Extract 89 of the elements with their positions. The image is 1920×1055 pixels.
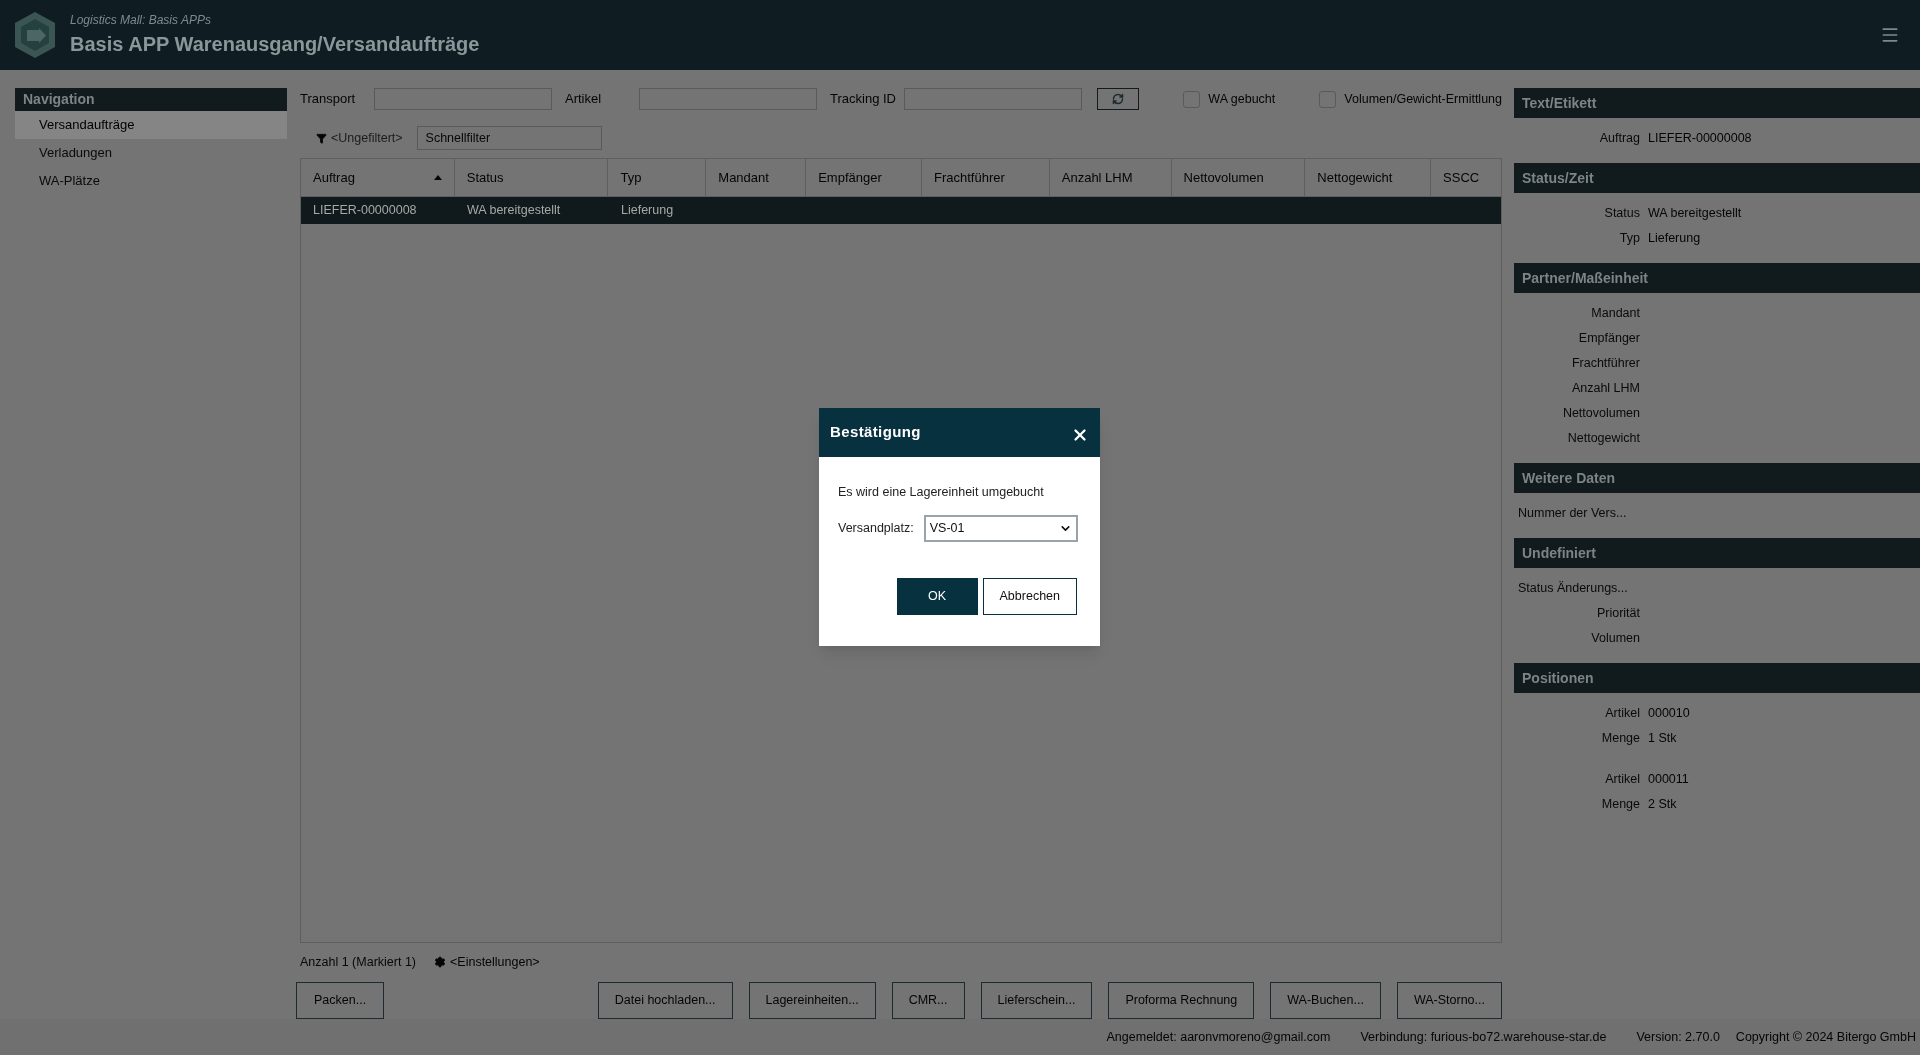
- field-label: Nettogewicht: [1566, 430, 1640, 448]
- field-value: 2 Stk: [1648, 796, 1677, 814]
- field-value: 000010: [1648, 705, 1690, 723]
- field-label: Versandplatz:: [838, 519, 914, 537]
- filter-icon: [316, 132, 327, 144]
- record-count: Anzahl 1 (Markiert 1): [300, 953, 416, 971]
- field-label: Typ: [1618, 230, 1640, 248]
- field-value: LIEFER-00000008: [1648, 130, 1752, 148]
- column-header[interactable]: Frachtführer: [921, 159, 1050, 196]
- column-header[interactable]: Status: [454, 159, 609, 196]
- field-label: Mandant: [1590, 305, 1640, 323]
- section-header: Text/Etikett: [1514, 88, 1920, 118]
- action-button[interactable]: CMR...: [891, 981, 965, 1019]
- section-header: Status/Zeit: [1514, 163, 1920, 193]
- filter-input[interactable]: [904, 88, 1082, 110]
- column-header[interactable]: Nettovolumen: [1171, 159, 1306, 196]
- action-button[interactable]: Datei hochladen...: [597, 981, 733, 1019]
- dialog-message: Es wird eine Lagereinheit umgebucht: [838, 484, 1045, 501]
- column-header[interactable]: Mandant: [706, 159, 807, 196]
- refresh-button[interactable]: [1097, 88, 1140, 110]
- filter-button[interactable]: <Ungefiltert>: [316, 128, 403, 148]
- field-label: Frachtführer: [1570, 355, 1640, 373]
- field-label: Empfänger: [1577, 330, 1640, 348]
- dialog-button[interactable]: Abbrechen: [982, 577, 1077, 615]
- action-button[interactable]: WA-Buchen...: [1270, 981, 1381, 1019]
- action-button[interactable]: WA-Storno...: [1396, 981, 1502, 1019]
- section-header: Weitere Daten: [1514, 463, 1920, 493]
- filter-label: Artikel: [565, 90, 603, 109]
- column-header[interactable]: Anzahl LHM: [1049, 159, 1172, 196]
- checkbox[interactable]: [1183, 90, 1201, 108]
- menu-icon[interactable]: [1880, 25, 1900, 45]
- status-text: Verbindung: furious-bo72.warehouse-star.de: [1360, 1028, 1607, 1046]
- filter-label: Transport: [300, 90, 357, 109]
- status-text: Version: 2.70.0: [1636, 1028, 1720, 1046]
- field-label: Menge: [1600, 730, 1640, 748]
- app-subtitle: Logistics Mall: Basis APPs: [70, 12, 212, 29]
- filter-input[interactable]: [374, 88, 552, 110]
- refresh-icon: [1112, 93, 1125, 105]
- column-header[interactable]: Nettogewicht: [1305, 159, 1432, 196]
- field-label: Artikel: [1604, 705, 1640, 723]
- navigation-header: Navigation: [15, 88, 287, 111]
- filter-input[interactable]: [639, 88, 817, 110]
- action-button[interactable]: Lieferschein...: [980, 981, 1093, 1019]
- section-header: Undefiniert: [1514, 538, 1920, 568]
- field-label: Nummer der Vers...: [1518, 505, 1627, 523]
- column-header[interactable]: SSCC: [1431, 159, 1501, 196]
- field-label: Anzahl LHM: [1570, 380, 1640, 398]
- filter-label: Tracking ID: [830, 90, 897, 109]
- action-button[interactable]: Packen...: [296, 981, 385, 1019]
- table-cell-text: LIEFER-00000008: [312, 202, 418, 220]
- nav-item[interactable]: Verladungen: [15, 139, 287, 167]
- field-value: WA bereitgestellt: [1648, 205, 1742, 223]
- checkbox-label: WA gebucht: [1208, 90, 1276, 108]
- table-cell-text: Lieferung: [620, 202, 675, 220]
- section-header: Partner/Maßeinheit: [1514, 263, 1920, 293]
- settings-link[interactable]: <Einstellungen>: [434, 952, 540, 972]
- nav-item[interactable]: WA-Plätze: [15, 167, 287, 195]
- action-button[interactable]: Proforma Rechnung: [1108, 981, 1255, 1019]
- column-header[interactable]: Typ: [608, 159, 707, 196]
- checkbox-label: Volumen/Gewicht-Ermittlung: [1344, 90, 1502, 108]
- status-text: Angemeldet: aaronvmoreno@gmail.com: [1106, 1028, 1331, 1046]
- quick-filter-field[interactable]: Schnellfilter: [416, 126, 602, 150]
- field-label: Menge: [1600, 796, 1640, 814]
- field-label: Auftrag: [1598, 130, 1640, 148]
- column-header[interactable]: Auftrag: [301, 159, 455, 196]
- checkbox[interactable]: [1319, 90, 1337, 108]
- gear-icon: [434, 956, 446, 968]
- section-header: Positionen: [1514, 663, 1920, 693]
- sort-arrow-icon: [433, 175, 442, 180]
- action-button[interactable]: Lagereinheiten...: [748, 981, 876, 1019]
- nav-item[interactable]: Versandaufträge: [15, 111, 287, 139]
- field-value: Lieferung: [1648, 230, 1701, 248]
- dialog-button[interactable]: OK: [896, 577, 978, 615]
- dialog-title: Bestätigung: [830, 422, 921, 443]
- field-value: 000011: [1648, 771, 1689, 789]
- field-label: Artikel: [1604, 771, 1640, 789]
- app-title: Basis APP Warenausgang/Versandaufträge: [70, 32, 480, 57]
- status-text: Copyright © 2024 Bitergo GmbH: [1735, 1028, 1916, 1046]
- table-row[interactable]: LIEFER-00000008 WA bereitgestellt Lieferung: [301, 197, 1501, 224]
- field-label: Status: [1603, 205, 1640, 223]
- shipping-place-select[interactable]: VS-01: [923, 514, 1078, 542]
- table-cell-text: WA bereitgestellt: [466, 202, 562, 220]
- field-label: Nettovolumen: [1561, 405, 1640, 423]
- field-label: Volumen: [1590, 630, 1640, 648]
- field-label: Priorität: [1595, 605, 1640, 623]
- column-header[interactable]: Empfänger: [806, 159, 922, 196]
- hexagon-logo-icon: [12, 10, 58, 60]
- field-value: 1 Stk: [1648, 730, 1677, 748]
- field-label: Status Änderungs...: [1518, 580, 1628, 598]
